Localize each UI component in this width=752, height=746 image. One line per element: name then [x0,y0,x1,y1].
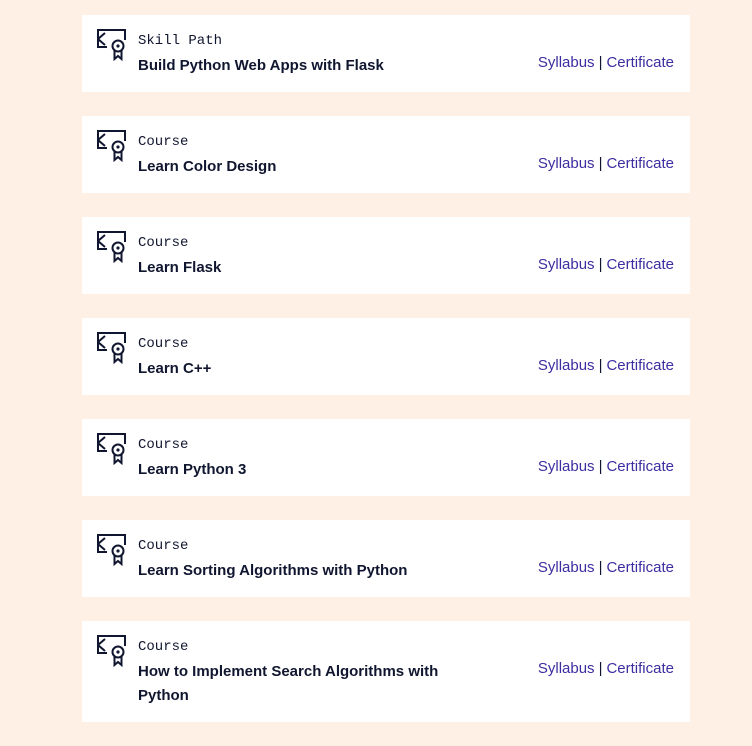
item-links: Syllabus | Certificate [538,660,674,678]
certificate-icon [96,433,127,466]
link-separator: | [598,155,603,172]
link-separator: | [598,660,603,677]
item-links: Syllabus | Certificate [538,357,674,375]
item-links: Syllabus | Certificate [538,54,674,72]
link-separator: | [598,357,603,374]
item-title: Learn Sorting Algorithms with Python [138,562,408,579]
item-links: Syllabus | Certificate [538,155,674,173]
certificate-icon [96,332,127,365]
syllabus-link[interactable]: Syllabus [538,54,595,71]
link-separator: | [598,256,603,273]
item-type: Course [138,437,189,453]
certificate-link[interactable]: Certificate [606,559,674,576]
item-title: Learn Flask [138,259,222,276]
syllabus-link[interactable]: Syllabus [538,660,595,677]
link-separator: | [598,54,603,71]
certificate-icon [96,534,127,567]
item-title: How to Implement Search Algorithms with … [138,663,439,704]
item-links: Syllabus | Certificate [538,256,674,274]
link-separator: | [598,559,603,576]
item-title: Learn C++ [138,360,212,377]
certificate-list: Skill Path Build Python Web Apps with Fl… [82,15,690,746]
item-type: Course [138,235,189,251]
certificate-icon [96,130,127,163]
item-type: Skill Path [138,33,223,49]
item-links: Syllabus | Certificate [538,458,674,476]
list-item: Course Learn Sorting Algorithms with Pyt… [82,520,690,597]
list-item: Course Learn Flask Syllabus | Certificate [82,217,690,294]
list-item: Skill Path Build Python Web Apps with Fl… [82,15,690,92]
item-links: Syllabus | Certificate [538,559,674,577]
syllabus-link[interactable]: Syllabus [538,256,595,273]
item-type: Course [138,538,189,554]
item-title: Learn Color Design [138,158,277,175]
item-type: Course [138,134,189,150]
syllabus-link[interactable]: Syllabus [538,155,595,172]
item-title: Build Python Web Apps with Flask [138,57,384,74]
certificate-icon [96,231,127,264]
certificate-link[interactable]: Certificate [606,256,674,273]
list-item: Course Learn C++ Syllabus | Certificate [82,318,690,395]
link-separator: | [598,458,603,475]
item-type: Course [138,336,189,352]
syllabus-link[interactable]: Syllabus [538,458,595,475]
certificate-icon [96,29,127,62]
list-item: Course Learn Color Design Syllabus | Certi… [82,116,690,193]
certificate-link[interactable]: Certificate [606,357,674,374]
certificate-link[interactable]: Certificate [606,155,674,172]
certificate-link[interactable]: Certificate [606,660,674,677]
syllabus-link[interactable]: Syllabus [538,559,595,576]
item-type: Course [138,639,189,655]
certificate-link[interactable]: Certificate [606,54,674,71]
list-item: Course How to Implement Search Algorithm… [82,621,690,722]
syllabus-link[interactable]: Syllabus [538,357,595,374]
list-item: Course Learn Python 3 Syllabus | Certifica… [82,419,690,496]
certificate-link[interactable]: Certificate [606,458,674,475]
item-title: Learn Python 3 [138,461,247,478]
certificate-icon [96,635,127,668]
